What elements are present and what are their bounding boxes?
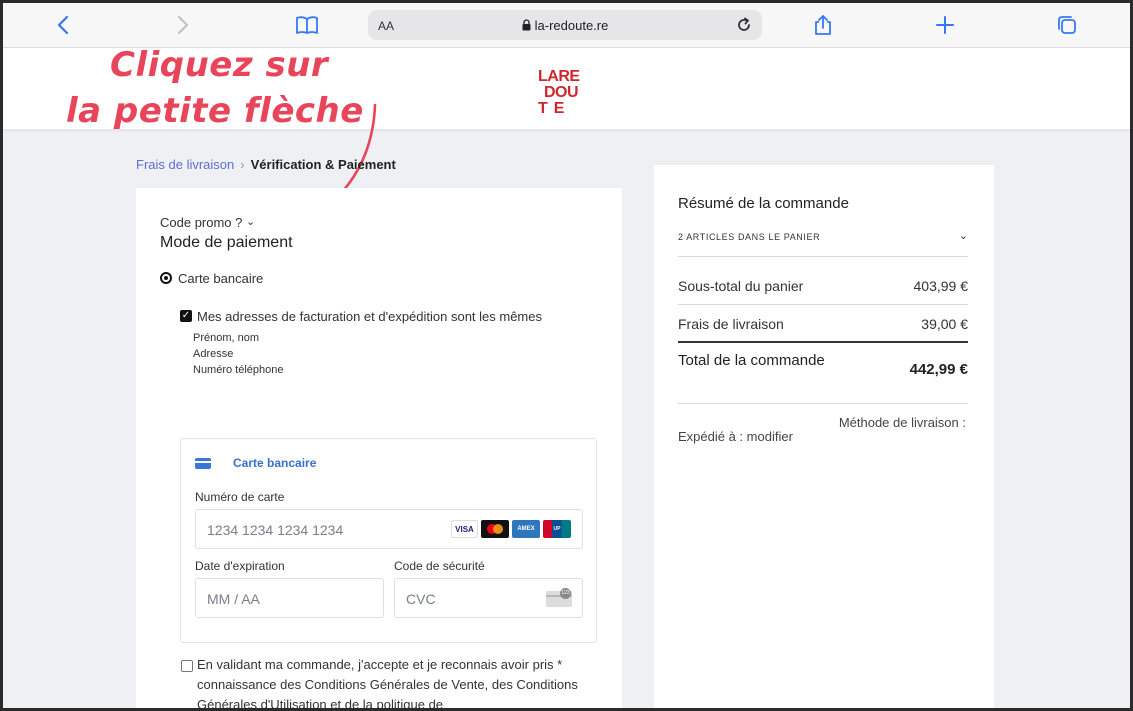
breadcrumb-previous[interactable]: Frais de livraison [136,157,234,172]
shipping-row: Frais de livraison 39,00 € [678,316,968,332]
promo-code-toggle[interactable]: Code promo ? ⌄ [160,215,255,230]
expiry-placeholder: MM / AA [207,591,260,607]
mastercard-icon [481,520,509,538]
terms-checkbox[interactable] [181,660,193,672]
bookmarks-icon[interactable] [293,11,321,39]
card-form-title: Carte bancaire [233,456,317,470]
promo-code-label: Code promo ? [160,215,243,230]
subtotal-row: Sous-total du panier 403,99 € [678,278,968,294]
subtotal-value: 403,99 € [913,278,969,294]
unionpay-icon: UP [543,520,571,538]
annotation-line-1: Cliquez sur [110,45,329,85]
divider [678,341,968,343]
chevron-down-icon[interactable]: ⌄ [959,229,968,242]
reload-icon[interactable] [732,13,756,37]
breadcrumb-separator: › [240,157,245,172]
address-street: Adresse [193,348,234,360]
delivery-method-label: Méthode de livraison : [838,415,966,430]
logo-line-1: LARE [538,68,580,85]
card-form: Carte bancaire Numéro de carte 1234 1234… [180,438,597,643]
forward-icon[interactable] [169,11,197,39]
share-icon[interactable] [809,11,837,39]
card-number-placeholder: 1234 1234 1234 1234 [207,522,344,538]
visa-icon: VISA [451,520,478,538]
logo-line-3: TE [538,100,571,117]
amex-icon: AMEX [512,520,540,538]
shipped-to-link[interactable]: Expédié à : modifier [678,429,793,444]
url-display[interactable]: la-redoute.re [368,18,762,34]
payment-method-title: Mode de paiement [160,234,293,251]
lock-icon [522,19,531,34]
chevron-down-icon[interactable]: ⌄ [246,216,255,228]
cvc-label: Code de sécurité [394,559,485,573]
divider [678,403,968,404]
tabs-icon[interactable] [1053,11,1081,39]
divider [678,256,968,257]
screenshot-frame: AA la-redoute.re LARE DOU TE Cliquez sur… [3,3,1130,708]
new-tab-icon[interactable] [931,11,959,39]
terms-consent-text: En validant ma commande, j'accepte et je… [197,657,578,708]
expiry-label: Date d'expiration [195,559,285,573]
card-number-input[interactable]: 1234 1234 1234 1234 VISA AMEX UP [195,509,583,549]
credit-card-icon [195,458,211,469]
cvc-placeholder: CVC [406,591,436,607]
subtotal-label: Sous-total du panier [678,278,804,294]
order-total-value: 442,99 € [909,361,968,378]
same-address-checkbox[interactable]: ✓ [180,310,192,322]
cart-articles-count[interactable]: 2 ARTICLES DANS LE PANIER [678,232,820,242]
card-payment-label[interactable]: Carte bancaire [178,271,263,286]
la-redoute-logo[interactable]: LARE DOU TE [538,69,590,119]
cvc-input[interactable]: CVC [394,578,583,618]
breadcrumb: Frais de livraison › Vérification & Paieme… [136,157,396,172]
same-address-label[interactable]: Mes adresses de facturation et d'expédit… [197,309,542,324]
address-phone: Numéro téléphone [193,364,284,376]
shipping-value: 39,00 € [921,316,968,332]
cvc-card-icon [546,588,572,607]
breadcrumb-current: Vérification & Paiement [250,157,396,172]
logo-line-2: DOU [544,84,579,101]
payment-panel: Code promo ? ⌄ Mode de paiement Carte ba… [136,188,622,708]
order-summary-panel: Résumé de la commande 2 ARTICLES DANS LE… [654,165,994,708]
expiry-input[interactable]: MM / AA [195,578,384,618]
browser-toolbar: AA la-redoute.re [3,3,1130,48]
order-summary-title: Résumé de la commande [678,195,849,212]
address-name: Prénom, nom [193,332,260,344]
shipping-label: Frais de livraison [678,316,784,332]
card-payment-radio[interactable] [160,272,172,284]
url-text: la-redoute.re [534,18,609,33]
order-total-label: Total de la commande [678,352,825,369]
divider [678,304,968,305]
address-bar[interactable]: AA la-redoute.re [368,10,762,40]
back-icon[interactable] [49,11,77,39]
card-number-label: Numéro de carte [195,490,285,504]
